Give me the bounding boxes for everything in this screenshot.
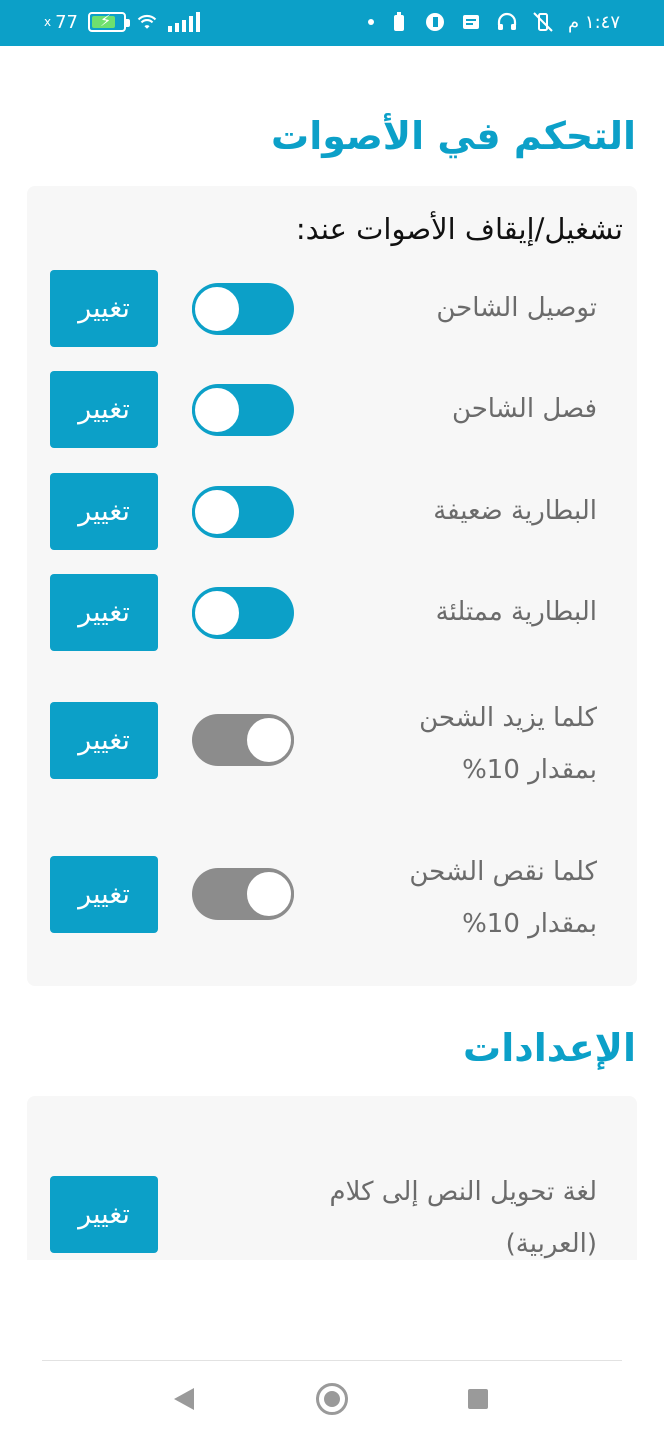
toggle-knob (244, 869, 294, 919)
row-label-line2: بمقدار 10% (462, 909, 597, 939)
sound-row-charger-connected: توصيل الشاحن تغيير (27, 270, 637, 347)
vibrate-muted-icon (532, 11, 554, 33)
sound-control-card: تشغيل/إيقاف الأصوات عند: توصيل الشاحن تغ… (27, 186, 637, 986)
news-icon (460, 11, 482, 33)
battery-full-toggle[interactable] (192, 587, 294, 639)
battery-low-toggle[interactable] (192, 486, 294, 538)
sound-control-title: التحكم في الأصوات (271, 114, 636, 158)
status-right: ١:٤٧ م (368, 11, 620, 33)
charge-decrease-toggle[interactable] (192, 868, 294, 920)
row-label-line1: لغة تحويل النص إلى كلام (329, 1177, 598, 1207)
charger-connected-change-button[interactable]: تغيير (50, 270, 158, 347)
settings-row-tts-language: لغة تحويل النص إلى كلام (العربية) تغيير (27, 1166, 637, 1276)
row-label: توصيل الشاحن (436, 293, 597, 323)
row-label: البطارية ممتلئة (435, 597, 597, 627)
nav-divider (42, 1360, 622, 1361)
toggle-knob (192, 588, 242, 638)
home-icon[interactable] (316, 1383, 348, 1415)
charging-bolt-icon: ⚡ (100, 11, 112, 30)
recent-apps-icon[interactable] (468, 1389, 488, 1409)
headset-icon (496, 11, 518, 33)
row-label-line1: كلما نقص الشحن (409, 857, 597, 887)
charger-disconnected-toggle[interactable] (192, 384, 294, 436)
battery-icon: ⚡ (88, 11, 131, 32)
charger-connected-toggle[interactable] (192, 283, 294, 335)
row-label: البطارية ضعيفة (433, 496, 597, 526)
battery-level: 77 (55, 11, 79, 33)
toggle-knob (192, 487, 242, 537)
charger-disconnected-change-button[interactable]: تغيير (50, 371, 158, 448)
row-label-line1: كلما يزيد الشحن (419, 703, 597, 733)
app-notification-icon (424, 11, 446, 33)
sound-row-battery-low: البطارية ضعيفة تغيير (27, 473, 637, 550)
battery-notification-icon (388, 11, 410, 33)
sound-row-charger-disconnected: فصل الشاحن تغيير (27, 371, 637, 448)
tts-language-change-button[interactable]: تغيير (50, 1176, 158, 1253)
status-left: x 77 ⚡ (44, 11, 201, 33)
charge-increase-toggle[interactable] (192, 714, 294, 766)
charge-decrease-change-button[interactable]: تغيير (50, 856, 158, 933)
sound-row-charge-increase: كلما يزيد الشحن بمقدار 10% تغيير (27, 692, 637, 802)
charge-increase-change-button[interactable]: تغيير (50, 702, 158, 779)
back-icon[interactable] (174, 1388, 194, 1410)
settings-title: الإعدادات (463, 1026, 636, 1070)
settings-card: لغة تحويل النص إلى كلام (العربية) تغيير (27, 1096, 637, 1260)
sound-row-battery-full: البطارية ممتلئة تغيير (27, 574, 637, 651)
row-label-line2: (العربية) (505, 1229, 597, 1259)
battery-prefix: x (44, 15, 52, 29)
battery-full-change-button[interactable]: تغيير (50, 574, 158, 651)
sound-control-subtitle: تشغيل/إيقاف الأصوات عند: (295, 212, 623, 246)
battery-low-change-button[interactable]: تغيير (50, 473, 158, 550)
status-bar: x 77 ⚡ ١:٤٧ م (0, 0, 664, 46)
toggle-knob (244, 715, 294, 765)
notification-dot-icon (368, 19, 375, 25)
row-label: فصل الشاحن (451, 394, 597, 424)
sound-row-charge-decrease: كلما نقص الشحن بمقدار 10% تغيير (27, 846, 637, 956)
wifi-icon (136, 11, 158, 33)
toggle-knob (192, 385, 242, 435)
signal-strength-icon (168, 12, 201, 32)
toggle-knob (192, 284, 242, 334)
clock: ١:٤٧ م (568, 11, 620, 33)
row-label-line2: بمقدار 10% (462, 755, 597, 785)
